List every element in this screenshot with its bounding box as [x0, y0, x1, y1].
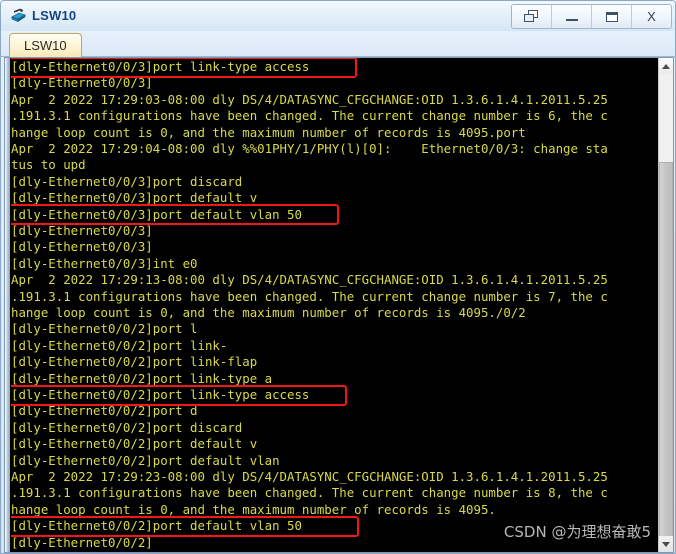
restore-button[interactable]: [512, 5, 552, 28]
terminal-line: [dly-Ethernet0/0/2]port default v: [11, 436, 258, 452]
terminal-line: [dly-Ethernet0/0/3]: [11, 75, 153, 91]
close-icon: X: [647, 9, 656, 24]
scrollbar-thumb[interactable]: [659, 162, 673, 550]
title-bar: LSW10 X: [1, 1, 675, 32]
terminal-window: LSW10 X LSW10 [dly-Ethernet0/0/3]port li: [0, 0, 676, 554]
chevron-up-icon: [662, 63, 670, 69]
terminal-line: Apr 2 2022 17:29:13-08:00 dly DS/4/DATAS…: [11, 272, 608, 288]
close-button[interactable]: X: [632, 5, 671, 28]
terminal-line: hange loop count is 0, and the maximum n…: [11, 501, 496, 517]
vertical-scrollbar[interactable]: [658, 58, 673, 552]
minimize-icon: [565, 19, 578, 21]
chevron-down-icon: [662, 541, 670, 547]
tab-strip: LSW10: [1, 31, 675, 57]
terminal-line: [dly-Ethernet0/0/3]port link-type access: [11, 59, 310, 74]
terminal-line: [dly-Ethernet0/0/3]: [11, 551, 153, 552]
terminal-line: Apr 2 2022 17:29:04-08:00 dly %%01PHY/1/…: [11, 141, 608, 156]
restore-icon: [523, 10, 540, 23]
terminal-line: Apr 2 2022 17:29:03-08:00 dly DS/4/DATAS…: [11, 91, 608, 107]
terminal-line: [dly-Ethernet0/0/3]port default v: [11, 190, 258, 206]
terminal-line: [dly-Ethernet0/0/2]port discard: [11, 419, 243, 435]
terminal-line: .191.3.1 configurations have been change…: [11, 485, 608, 501]
terminal-line: [dly-Ethernet0/0/2]port default vlan 50: [11, 518, 302, 534]
terminal-line: [dly-Ethernet0/0/3]: [11, 223, 153, 238]
window-controls: X: [511, 4, 672, 29]
terminal-line: [dly-Ethernet0/0/2]port d: [11, 403, 198, 419]
maximize-icon: [605, 11, 618, 22]
terminal-line: tus to upd: [11, 157, 86, 173]
window-title: LSW10: [32, 8, 77, 23]
terminal-output[interactable]: [dly-Ethernet0/0/3]port link-type access…: [11, 58, 659, 552]
maximize-button[interactable]: [592, 5, 632, 28]
terminal-line: [dly-Ethernet0/0/2]port default vlan: [11, 452, 280, 468]
terminal-line: .191.3.1 configurations have been change…: [11, 108, 608, 124]
tab-label: LSW10: [24, 37, 67, 53]
terminal-line: [dly-Ethernet0/0/3]port default vlan 50: [11, 206, 302, 222]
switch-icon: [9, 7, 27, 25]
terminal-line: Apr 2 2022 17:29:23-08:00 dly DS/4/DATAS…: [11, 469, 608, 484]
terminal-panel: [dly-Ethernet0/0/3]port link-type access…: [4, 57, 674, 553]
terminal-line: hange loop count is 0, and the maximum n…: [11, 305, 526, 320]
terminal-line: [dly-Ethernet0/0/2]port link-: [11, 337, 228, 353]
terminal-line: [dly-Ethernet0/0/2]: [11, 534, 153, 550]
terminal-line: [dly-Ethernet0/0/2]port l: [11, 321, 198, 337]
minimize-button[interactable]: [552, 5, 592, 28]
terminal-line: [dly-Ethernet0/0/2]port link-type a: [11, 370, 273, 386]
tab-lsw10[interactable]: LSW10: [9, 33, 82, 57]
terminal-line: [dly-Ethernet0/0/3]int e0: [11, 255, 198, 271]
terminal-left-rail: [5, 58, 10, 552]
terminal-line: .191.3.1 configurations have been change…: [11, 288, 608, 304]
terminal-line: [dly-Ethernet0/0/2]port link-type access: [11, 387, 310, 402]
terminal-line: [dly-Ethernet0/0/3]: [11, 239, 153, 255]
terminal-line: [dly-Ethernet0/0/3]port discard: [11, 173, 243, 189]
terminal-line: hange loop count is 0, and the maximum n…: [11, 124, 526, 140]
terminal-line: [dly-Ethernet0/0/2]port link-flap: [11, 354, 258, 370]
scroll-down-button[interactable]: [659, 536, 673, 552]
scroll-up-button[interactable]: [659, 58, 673, 74]
